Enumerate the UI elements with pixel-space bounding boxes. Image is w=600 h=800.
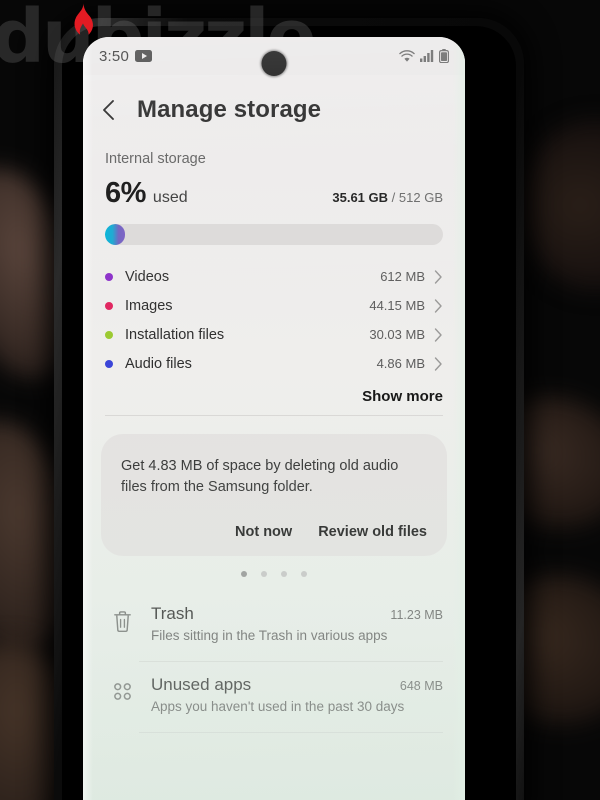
- storage-usage-row: 6% used 35.61 GB / 512 GB: [105, 177, 443, 210]
- list-item[interactable]: Unused apps 648 MB Apps you haven't used i…: [83, 662, 465, 723]
- storage-category-row[interactable]: Videos 612 MB: [105, 262, 443, 291]
- chevron-right-icon: [434, 269, 442, 284]
- suggestion-text: Get 4.83 MB of space by deleting old aud…: [121, 458, 399, 496]
- list-item-top: Unused apps 648 MB: [151, 675, 443, 695]
- signal-bars-icon: [420, 50, 434, 62]
- show-more-row: Show more: [105, 388, 443, 415]
- wifi-icon: [399, 49, 415, 62]
- page-title: Manage storage: [137, 96, 322, 123]
- list-item-body: Trash 11.23 MB Files sitting in the Trash …: [151, 604, 443, 643]
- category-color-dot: [105, 272, 113, 281]
- storage-used-bytes: 35.61 GB: [332, 190, 389, 205]
- list-item-icon: [105, 675, 139, 702]
- page-dot[interactable]: [261, 571, 267, 578]
- status-bar-right: [399, 49, 449, 63]
- category-size: 30.03 MB: [369, 327, 425, 342]
- back-button[interactable]: [99, 95, 123, 125]
- list-item-top: Trash 11.23 MB: [151, 604, 443, 624]
- list-divider: [139, 732, 443, 734]
- apps-grid-icon: [113, 683, 131, 700]
- category-label: Audio files: [125, 355, 192, 372]
- category-color-dot: [105, 330, 113, 339]
- status-time: 3:50: [99, 47, 129, 65]
- battery-icon: [439, 49, 449, 63]
- show-more-button[interactable]: Show more: [362, 388, 443, 405]
- suggestion-actions: Not now Review old files: [121, 524, 427, 540]
- list-item-title: Trash: [151, 604, 194, 624]
- phone-screen: 3:50 Manage storage Internal storage 6% …: [83, 37, 465, 800]
- category-label: Videos: [125, 268, 170, 285]
- storage-tools-list: Trash 11.23 MB Files sitting in the Trash …: [83, 591, 465, 734]
- list-item-icon: [105, 604, 139, 633]
- category-label: Images: [125, 297, 173, 314]
- flame-icon: [74, 2, 93, 35]
- storage-used-word: used: [152, 189, 188, 206]
- storage-category-row[interactable]: Installation files 30.03 MB: [105, 320, 443, 349]
- storage-total-bytes: 512 GB: [398, 190, 443, 205]
- chevron-left-icon: [103, 100, 114, 120]
- page-dot[interactable]: [241, 571, 247, 578]
- internal-storage-label: Internal storage: [105, 151, 206, 167]
- front-camera-punch-hole: [261, 51, 287, 76]
- storage-category-row[interactable]: Audio files 4.86 MB: [105, 349, 443, 378]
- carousel-page-dots[interactable]: [83, 571, 465, 578]
- finger: [520, 120, 600, 290]
- chevron-right-icon: [434, 327, 442, 342]
- storage-tool-entry: Unused apps 648 MB Apps you haven't used i…: [83, 662, 465, 734]
- list-item[interactable]: Trash 11.23 MB Files sitting in the Trash …: [83, 591, 465, 652]
- storage-bytes-separator: /: [391, 190, 396, 205]
- storage-usage-left: 6% used: [105, 177, 188, 210]
- app-header: Manage storage: [83, 75, 465, 133]
- status-bar-left: 3:50: [99, 48, 152, 65]
- list-item-size: 648 MB: [399, 679, 443, 694]
- storage-progress-bar: [105, 224, 443, 245]
- storage-progress-fill: [105, 224, 126, 245]
- list-item-title: Unused apps: [151, 675, 252, 695]
- page-dot[interactable]: [301, 571, 307, 578]
- category-size: 44.15 MB: [369, 298, 425, 313]
- storage-tool-entry: Trash 11.23 MB Files sitting in the Trash …: [83, 591, 465, 663]
- section-divider: [105, 415, 443, 416]
- category-color-dot: [105, 359, 113, 368]
- list-item-body: Unused apps 648 MB Apps you haven't used i…: [151, 675, 443, 714]
- chevron-right-icon: [434, 356, 442, 371]
- storage-category-list: Videos 612 MB Images 44.15 MB Installation f…: [105, 262, 443, 378]
- category-size: 4.86 MB: [376, 356, 425, 371]
- status-bar: 3:50: [83, 37, 465, 76]
- chevron-right-icon: [434, 298, 442, 313]
- manage-storage-screen: Manage storage Internal storage 6% used …: [83, 75, 465, 800]
- list-item-size: 11.23 MB: [390, 608, 443, 623]
- internal-storage-section: Internal storage 6% used 35.61 GB / 512 …: [83, 151, 465, 415]
- page-dot[interactable]: [281, 571, 287, 578]
- storage-category-row[interactable]: Images 44.15 MB: [105, 291, 443, 320]
- video-badge-icon: [135, 50, 152, 62]
- list-item-subtitle: Apps you haven't used in the past 30 day…: [151, 699, 405, 715]
- category-color-dot: [105, 301, 113, 310]
- category-size: 612 MB: [380, 269, 425, 284]
- storage-percent-used: 6%: [105, 177, 146, 209]
- not-now-button[interactable]: Not now: [235, 524, 292, 540]
- storage-bytes-summary: 35.61 GB / 512 GB: [332, 190, 443, 205]
- trash-icon: [113, 611, 131, 633]
- category-label: Installation files: [125, 326, 225, 343]
- suggestion-card: Get 4.83 MB of space by deleting old aud…: [101, 434, 447, 557]
- review-old-files-button[interactable]: Review old files: [318, 524, 427, 540]
- list-item-subtitle: Files sitting in the Trash in various ap…: [151, 628, 388, 644]
